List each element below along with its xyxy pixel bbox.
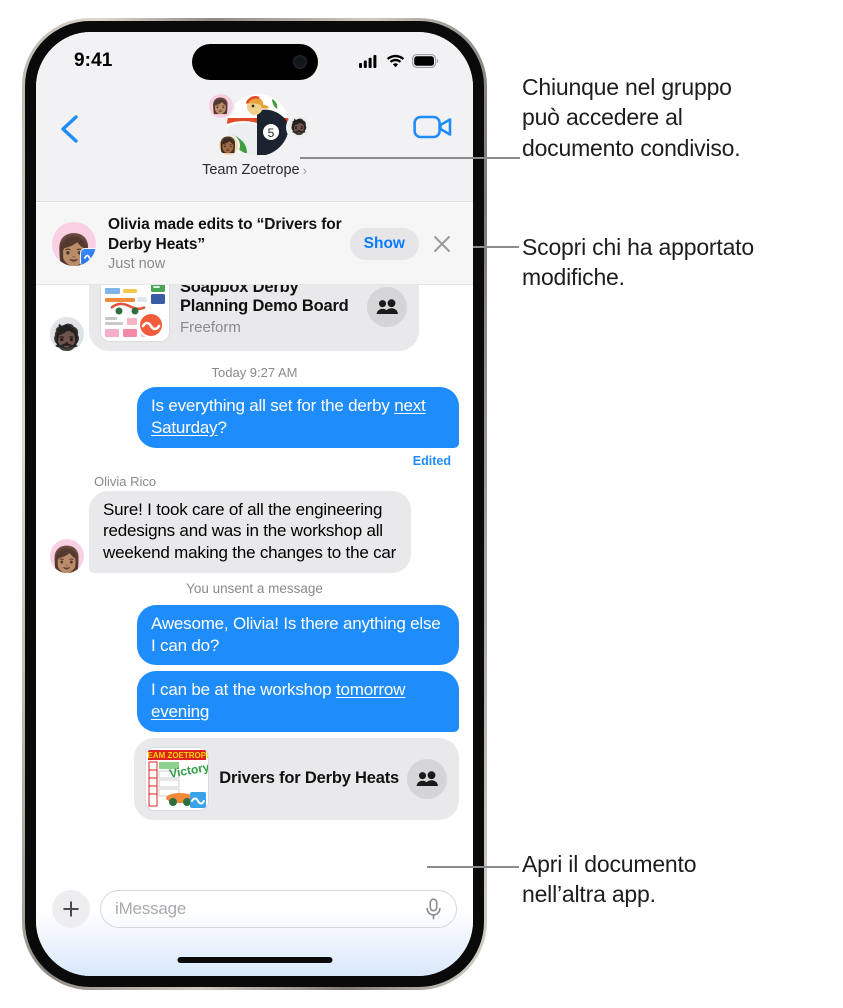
freeform-card-subtitle: Freeform: [180, 319, 241, 337]
message-bubble-outgoing-1[interactable]: Is everything all set for the derby next…: [137, 387, 465, 448]
callout-2-line-1: Scopri chi ha apportato: [522, 234, 754, 260]
microphone-icon[interactable]: [425, 898, 442, 920]
back-chevron-icon: [61, 115, 78, 143]
iphone-screen: 9:41 5 👩🏽 🧔🏿 👩🏾 Team Zoetrope › 🧔🏿 Soapb…: [36, 32, 473, 976]
freeform-app-icon: [80, 247, 96, 266]
status-bar: 9:41: [36, 32, 473, 84]
message-text-tail: ?: [217, 417, 227, 437]
callout-1-line-3: documento condiviso.: [522, 134, 741, 161]
dismiss-notification-button[interactable]: [429, 231, 455, 257]
group-avatar-olivia: 👩🏽: [206, 92, 235, 120]
group-avatar-stack: 5 👩🏽 🧔🏿 👩🏾: [195, 92, 315, 164]
add-attachment-button[interactable]: [52, 890, 90, 928]
iphone-bezel: 9:41 5 👩🏽 🧔🏿 👩🏾 Team Zoetrope › 🧔🏿 Soapb…: [25, 21, 484, 987]
status-bar-indicators: [359, 48, 439, 68]
callout-3-line-2: nell’altra app.: [522, 881, 656, 908]
document-card-title: Drivers for Derby Heats: [219, 769, 399, 788]
timestamp-divider: Today 9:27 AM: [211, 365, 298, 380]
imessage-placeholder: iMessage: [115, 899, 187, 918]
dynamic-island: [191, 44, 318, 80]
conversation-navbar: 5 👩🏽 🧔🏿 👩🏾 Team Zoetrope ›: [36, 84, 473, 202]
notification-timestamp: Just now: [108, 255, 166, 272]
message-row-outgoing-2: Awesome, Olivia! Is there anything else …: [50, 604, 459, 666]
shared-with-you-people-icon: [416, 771, 438, 786]
system-message-unsent: You unsent a message: [186, 580, 323, 596]
close-x-icon: [434, 235, 450, 252]
edit-notification-banner[interactable]: 👩🏽 Olivia made edits to “Drivers for Der…: [36, 203, 473, 285]
freeform-card-text: Soapbox Derby Planning Demo Board Freefo…: [180, 278, 359, 336]
svg-text:5: 5: [267, 126, 274, 140]
imessage-input-field[interactable]: iMessage: [100, 890, 457, 928]
member-2-memoji-glyph: 🧔🏿: [51, 324, 83, 351]
shared-with-you-people-icon: [376, 299, 398, 314]
message-row-outgoing-3: I can be at the workshop tomorrow evenin…: [50, 671, 465, 732]
callout-1-line-2: può accedere al: [522, 104, 683, 131]
callout-1-line-1: Chiunque nel gruppo: [522, 74, 732, 100]
callout-1: Chiunque nel gruppo può accedere al docu…: [522, 72, 832, 163]
message-text: I can be at the workshop: [151, 680, 336, 700]
message-row-outgoing-1: Is everything all set for the derby next…: [50, 387, 465, 448]
group-name-label: Team Zoetrope: [202, 162, 300, 178]
show-button[interactable]: Show: [349, 227, 419, 260]
callout-2-line-2: modifiche.: [522, 264, 625, 291]
group-avatar-member-3: 👩🏾: [216, 134, 240, 157]
freeform-squiggle-icon: [83, 254, 95, 262]
derby-heats-preview-icon: TEAM ZOETROPE Victory!: [146, 747, 209, 810]
video-camera-icon: [413, 115, 452, 139]
back-button[interactable]: [54, 112, 88, 146]
notification-title: Olivia made edits to “Drivers for Derby …: [108, 216, 342, 253]
battery-icon: [412, 54, 439, 68]
message-row-incoming-1: 👩🏽 Sure! I took care of all the engineer…: [50, 490, 459, 574]
callout-2: Scopri chi ha apportato modifiche.: [522, 232, 834, 293]
member-3-memoji-glyph: 👩🏾: [218, 137, 238, 154]
drivers-for-derby-heats-card[interactable]: TEAM ZOETROPE Victory!: [134, 737, 459, 820]
shared-with-you-people-button[interactable]: [367, 287, 407, 327]
chevron-right-icon: ›: [302, 162, 307, 178]
wifi-icon: [386, 54, 405, 68]
front-camera-icon: [292, 55, 307, 69]
olivia-memoji-glyph: 👩🏽: [51, 545, 83, 573]
group-header[interactable]: 5 👩🏽 🧔🏿 👩🏾 Team Zoetrope ›: [195, 92, 315, 178]
cellular-bars-icon: [359, 55, 377, 68]
callout-3: Apri il documento nell’altra app.: [522, 849, 822, 910]
avatar-olivia: 👩🏽: [50, 538, 84, 573]
group-name-button[interactable]: Team Zoetrope ›: [202, 162, 307, 178]
notification-text: Olivia made edits to “Drivers for Derby …: [108, 215, 350, 271]
sender-name-label: Olivia Rico: [94, 473, 157, 489]
message-row-document-card: TEAM ZOETROPE Victory!: [50, 737, 459, 820]
member-2-memoji-glyph: 🧔🏿: [289, 119, 309, 136]
group-avatar-member-2: 🧔🏿: [285, 114, 313, 141]
leader-line-3: [427, 866, 519, 868]
document-shared-people-button[interactable]: [407, 758, 447, 799]
olivia-memoji-glyph: 👩🏽: [211, 97, 230, 115]
message-bubble-outgoing-2[interactable]: Awesome, Olivia! Is there anything else …: [137, 604, 459, 666]
facetime-button[interactable]: [413, 112, 453, 146]
add-attachment-icon: [63, 901, 79, 917]
avatar-member-2: 🧔🏿: [50, 317, 84, 351]
message-bubble-incoming-1[interactable]: Sure! I took care of all the engineering…: [83, 490, 411, 574]
leader-line-1: [300, 157, 520, 159]
notification-avatar: 👩🏽: [52, 221, 96, 266]
message-bubble-outgoing-3[interactable]: I can be at the workshop tomorrow evenin…: [137, 671, 465, 732]
drivers-for-derby-heats-thumbnail: TEAM ZOETROPE Victory!: [146, 747, 209, 810]
message-input-bar: iMessage: [36, 880, 473, 976]
message-text: Is everything all set for the derby: [151, 396, 395, 415]
home-indicator: [177, 957, 332, 963]
status-bar-clock: 9:41: [74, 50, 113, 71]
iphone-frame: 9:41 5 👩🏽 🧔🏿 👩🏾 Team Zoetrope › 🧔🏿 Soapb…: [22, 18, 487, 990]
svg-text:TEAM ZOETROPE: TEAM ZOETROPE: [146, 751, 208, 760]
edited-badge: Edited: [412, 453, 451, 468]
screenshot-root: 9:41 5 👩🏽 🧔🏿 👩🏾 Team Zoetrope › 🧔🏿 Soapb…: [0, 0, 843, 1008]
callout-3-line-1: Apri il documento: [522, 851, 697, 877]
document-card-text: Drivers for Derby Heats: [219, 769, 399, 788]
message-list[interactable]: 🧔🏿 Soapbox Derby Planning Demo Board Fre…: [36, 203, 473, 880]
